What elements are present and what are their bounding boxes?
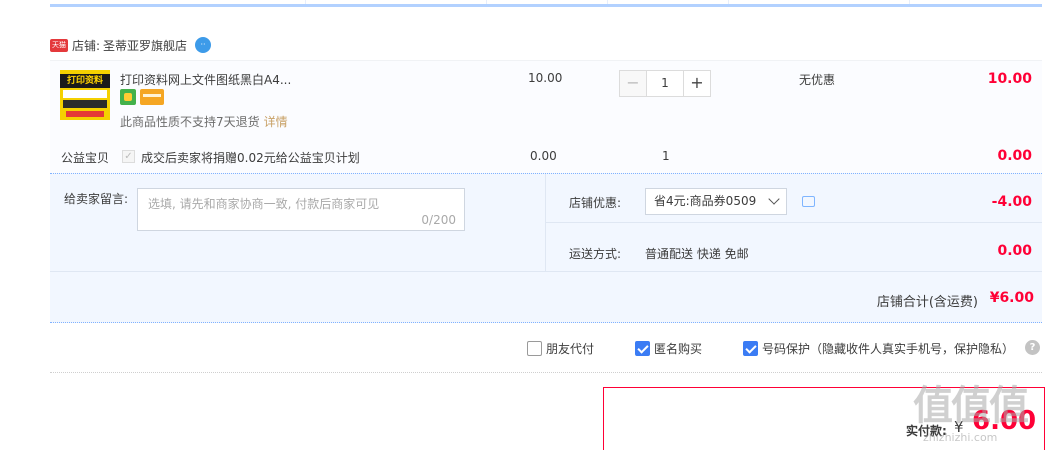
number-protect-option[interactable]: 号码保护（隐藏收件人真实手机号，保护隐私） <box>743 340 1014 357</box>
qty-decrease-button[interactable]: − <box>619 70 647 97</box>
charity-quantity: 1 <box>662 149 670 163</box>
friend-pay-label: 朋友代付 <box>546 342 595 356</box>
service-badges <box>120 89 164 105</box>
shop-name-link[interactable]: 圣蒂亚罗旗舰店 <box>103 37 187 54</box>
charity-label: 公益宝贝 <box>61 151 110 165</box>
message-counter: 0/200 <box>421 213 456 227</box>
chat-icon[interactable]: ·· <box>195 37 212 53</box>
watermark-url: zhizhizhi.com <box>923 431 998 444</box>
friend-pay-checkbox[interactable] <box>527 341 542 356</box>
shipping-method: 普通配送 快递 免邮 <box>645 247 749 261</box>
message-label: 给卖家留言: <box>64 192 129 206</box>
shop-total-amount: ¥6.00 <box>989 290 1034 306</box>
discount-selected-value: 省4元:商品券0509 <box>654 194 757 208</box>
promotion-text: 无优惠 <box>799 73 836 87</box>
item-subtotal: 10.00 <box>987 71 1032 87</box>
site-watermark: 值值值 zhizhizhi.com <box>905 365 1055 450</box>
shop-total-label: 店铺合计(含运费) <box>876 295 978 310</box>
order-extras: 给卖家留言: 选填, 请先和商家协商一致, 付款后商家可见 0/200 店铺优惠… <box>50 173 1042 323</box>
charity-subtotal: 0.00 <box>997 148 1032 164</box>
no-return-note: 此商品性质不支持7天退货 详情 <box>120 115 288 129</box>
discount-label: 店铺优惠: <box>569 196 622 210</box>
anonymous-checkbox[interactable] <box>635 341 650 356</box>
shop-header: 天猫 店铺: 圣蒂亚罗旗舰店 ·· <box>50 34 212 56</box>
product-title-link[interactable]: 打印资料网上文件图纸黑白A4... <box>120 71 291 88</box>
anonymous-option[interactable]: 匿名购买 <box>635 340 702 357</box>
discount-select[interactable]: 省4元:商品券0509 <box>645 188 787 215</box>
charity-text: 成交后卖家将捐赠0.02元给公益宝贝计划 <box>141 151 360 165</box>
detail-link[interactable]: 详情 <box>264 115 288 129</box>
chevron-down-icon <box>768 193 780 205</box>
shipping-amount: 0.00 <box>997 243 1032 259</box>
charity-checkbox: ✓ <box>122 150 135 163</box>
comment-icon[interactable] <box>802 196 815 207</box>
qty-input[interactable]: 1 <box>647 70 683 97</box>
message-placeholder: 选填, 请先和商家协商一致, 付款后商家可见 <box>148 197 380 211</box>
service-badge-icon[interactable] <box>120 89 136 105</box>
number-protect-checkbox[interactable] <box>743 341 758 356</box>
friend-pay-option[interactable]: 朋友代付 <box>527 340 594 357</box>
charity-price: 0.00 <box>530 149 557 163</box>
watermark-logo: 值值值 <box>913 383 1029 429</box>
discount-amount: -4.00 <box>991 194 1032 210</box>
number-protect-label: 号码保护（隐藏收件人真实手机号，保护隐私） <box>762 342 1015 356</box>
product-thumbnail[interactable]: 打印资料 <box>60 70 110 120</box>
quantity-stepper: − 1 + <box>619 70 711 97</box>
shipping-label: 运送方式: <box>569 247 622 261</box>
thumbnail-text: 打印资料 <box>60 74 110 88</box>
shop-label: 店铺: <box>72 38 101 53</box>
help-icon[interactable]: ? <box>1025 340 1040 355</box>
charity-row: 公益宝贝 ✓ 成交后卖家将捐赠0.02元给公益宝贝计划 0.00 1 0.00 <box>50 145 1042 173</box>
section-divider <box>50 372 1042 373</box>
qty-increase-button[interactable]: + <box>683 70 711 97</box>
tmall-icon: 天猫 <box>50 38 68 52</box>
header-divider <box>50 0 1042 7</box>
seller-message-input[interactable]: 选填, 请先和商家协商一致, 付款后商家可见 0/200 <box>137 188 465 231</box>
card-badge-icon[interactable] <box>140 89 164 105</box>
order-options: 朋友代付 匿名购买 号码保护（隐藏收件人真实手机号，保护隐私） ? <box>50 336 1042 360</box>
anonymous-label: 匿名购买 <box>654 342 703 356</box>
unit-price: 10.00 <box>528 71 563 85</box>
